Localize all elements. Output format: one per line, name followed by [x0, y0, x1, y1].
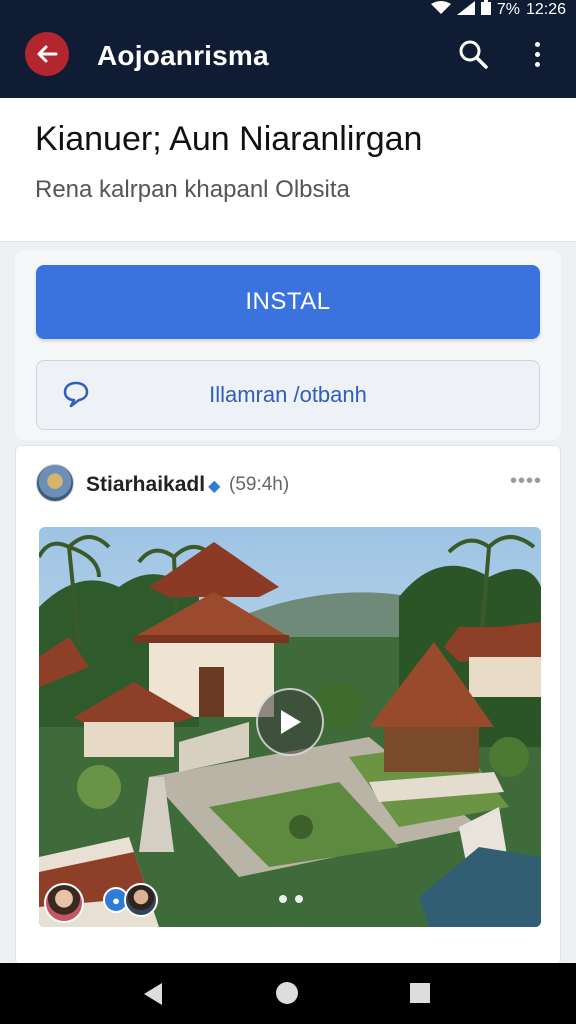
post-card: Stiarhaikadl ◆ (59:4h) •••• ● [15, 445, 561, 965]
nav-recents-icon[interactable] [410, 983, 430, 1003]
clock: 12:26 [525, 1, 566, 18]
nav-home-icon[interactable] [276, 982, 298, 1004]
author-avatar[interactable] [36, 464, 74, 502]
carousel-dot [279, 895, 287, 903]
participant-avatar[interactable] [44, 883, 84, 923]
status-bar: 7% 12:26 [0, 0, 576, 20]
play-button[interactable] [256, 688, 324, 756]
play-icon [281, 710, 301, 734]
app-bar: Aojoanrisma [0, 20, 576, 98]
post-video[interactable]: ● [39, 527, 541, 927]
chat-button[interactable]: Illamran /otbanh [36, 360, 540, 430]
nav-back-icon[interactable] [144, 983, 162, 1005]
author-name-text: Stiarhaikadl [86, 473, 206, 496]
arrow-left-icon [37, 45, 58, 63]
app-header-card: Kianuer; Aun Niaranlirgan Rena kalrpan k… [0, 98, 576, 242]
app-subtitle: Rena kalrpan khapanl Olbsita [35, 176, 350, 203]
more-dot-icon [534, 41, 540, 47]
install-button[interactable]: INSTAL [36, 265, 540, 339]
battery-icon [480, 0, 491, 20]
participant-avatar[interactable] [124, 883, 158, 917]
author-name[interactable]: Stiarhaikadl ◆ [86, 473, 223, 497]
carousel-dots [279, 895, 303, 903]
app-bar-title: Aojoanrisma [97, 40, 269, 71]
search-icon [459, 40, 488, 69]
more-options-button[interactable] [525, 37, 549, 71]
more-dot-icon [534, 61, 540, 67]
chat-button-label: Illamran /otbanh [209, 382, 367, 407]
wifi-icon [430, 0, 451, 20]
signal-icon [456, 0, 475, 20]
app-title: Kianuer; Aun Niaranlirgan [35, 120, 423, 158]
battery-percent: 7% [496, 1, 520, 18]
post-time: (59:4h) [229, 474, 290, 495]
post-more-button[interactable]: •••• [510, 470, 542, 493]
search-button[interactable] [456, 37, 490, 71]
more-dot-icon [534, 51, 540, 57]
verified-icon: ◆ [208, 478, 221, 495]
chat-bubble-icon [63, 381, 89, 408]
back-button[interactable] [25, 32, 69, 76]
system-nav-bar [0, 963, 576, 1024]
carousel-dot [295, 895, 303, 903]
